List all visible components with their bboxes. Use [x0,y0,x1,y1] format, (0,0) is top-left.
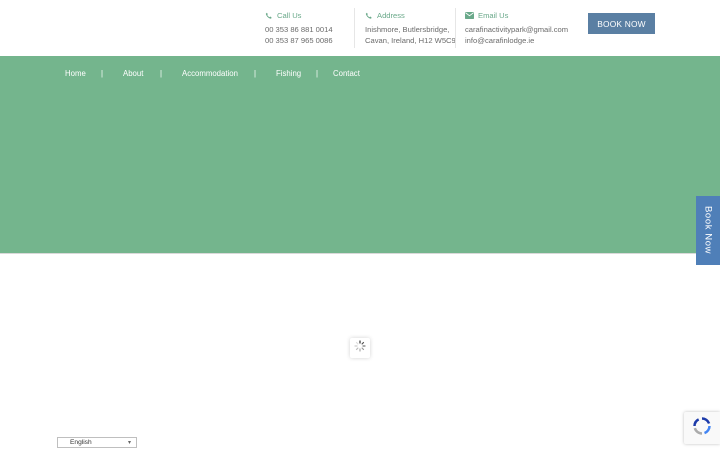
header-divider [354,8,355,48]
nav-separator: | [316,69,319,78]
language-selected: English [70,439,92,446]
book-now-button[interactable]: BOOK NOW [588,13,655,34]
email-block: Email Us carafinactivitypark@gmail.com i… [465,10,568,46]
email-link-2[interactable]: info@carafinlodge.ie [465,35,568,46]
recaptcha-icon [692,416,712,441]
hero-banner [0,56,720,254]
nav-contact[interactable]: Contact [333,64,360,84]
hero-bottom-border [0,253,720,254]
call-us-title: Call Us [277,11,302,20]
nav-about[interactable]: About [123,64,143,84]
call-us-block: Call Us 00 353 86 881 0014 00 353 87 965… [265,10,333,46]
phone-number-2[interactable]: 00 353 87 965 0086 [265,35,333,46]
side-book-now-label: Book Now [702,206,714,255]
phone-icon [265,12,273,20]
nav-separator: | [160,69,163,78]
nav-fishing[interactable]: Fishing [276,64,301,84]
nav-home[interactable]: Home [65,64,86,84]
nav-accommodation[interactable]: Accommodation [182,64,238,84]
nav-separator: | [254,69,257,78]
envelope-icon [465,12,474,19]
chevron-down-icon: ▾ [127,440,131,446]
address-block: Address Inishmore, Butlersbridge, Cavan,… [365,10,456,46]
address-title: Address [377,11,405,20]
side-book-now-tab[interactable]: Book Now [696,196,720,265]
language-select[interactable]: English ▾ [57,437,137,448]
recaptcha-badge[interactable] [684,412,720,444]
email-link-1[interactable]: carafinactivitypark@gmail.com [465,24,568,35]
nav-separator: | [101,69,104,78]
email-title: Email Us [478,11,509,20]
map-pin-icon [365,12,373,20]
phone-number-1[interactable]: 00 353 86 881 0014 [265,24,333,35]
address-line-1: Inishmore, Butlersbridge, [365,25,450,34]
loading-spinner [350,338,370,358]
address-line-2: Cavan, Ireland, H12 W5C9 [365,36,456,45]
header-divider [455,8,456,48]
loading-spinner-icon [354,339,366,357]
